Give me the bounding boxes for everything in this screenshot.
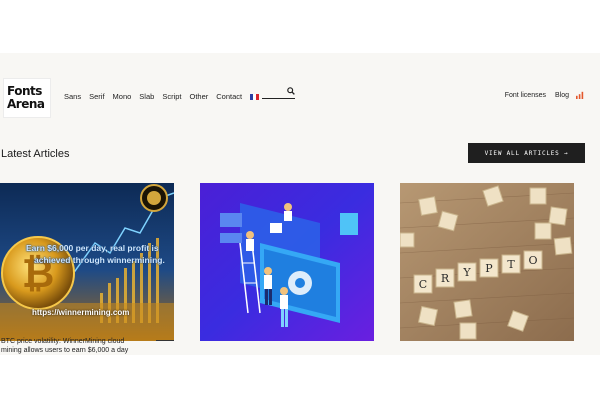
nav-contact[interactable]: Contact [216, 92, 242, 101]
nav-other[interactable]: Other [189, 92, 208, 101]
caption-divider [156, 340, 174, 341]
isometric-illustration [200, 183, 374, 341]
header-right-links: Font licenses Blog [496, 91, 584, 99]
tile-p: P [485, 262, 493, 275]
image-overlay-line1: Earn $6,000 per day, real profit is [26, 243, 159, 253]
search-input[interactable] [262, 93, 288, 104]
image-domain-text: https://winnermining.com [32, 308, 130, 317]
caption-line1: BTC price volatility: WinnerMining cloud [1, 338, 125, 345]
page: Fonts Arena Sans Serif Mono Slab Script … [0, 53, 600, 355]
main-nav: Sans Serif Mono Slab Script Other Contac… [64, 92, 267, 101]
tile-t: T [507, 258, 515, 271]
view-all-articles-button[interactable]: VIEW ALL ARTICLES → [468, 143, 585, 163]
tile-c: C [419, 278, 427, 291]
article-image-crypto[interactable]: C R Y P T O [400, 183, 574, 341]
fonts-arena-logo[interactable]: Fonts Arena [3, 78, 51, 118]
article-image-btc[interactable]: ₿ Earn $6,000 per day, real profit is ac… [0, 183, 174, 341]
nav-slab[interactable]: Slab [139, 92, 154, 101]
font-licenses-link[interactable]: Font licenses [505, 92, 546, 99]
rss-icon[interactable] [576, 91, 584, 99]
tile-r: R [441, 272, 450, 285]
image-overlay-line2: achieved through winnermining. [34, 255, 165, 265]
site-header: Fonts Arena Sans Serif Mono Slab Script … [0, 74, 600, 120]
nav-serif[interactable]: Serif [89, 92, 104, 101]
latest-articles-heading: Latest Articles [1, 148, 70, 160]
blog-link[interactable]: Blog [555, 92, 569, 99]
article-image-isometric[interactable] [200, 183, 374, 341]
search-icon[interactable] [287, 87, 295, 95]
logo-line2: Arena [7, 97, 45, 111]
nav-script[interactable]: Script [162, 92, 181, 101]
nav-sans[interactable]: Sans [64, 92, 81, 101]
article-caption-btc[interactable]: BTC price volatility: WinnerMining cloud… [1, 337, 171, 355]
french-flag-icon[interactable] [250, 93, 260, 100]
tile-o: O [528, 254, 537, 267]
caption-line2: mining allows users to earn $6,000 a day [1, 347, 129, 354]
search-box [262, 87, 295, 104]
tile-y: Y [462, 266, 471, 279]
nav-mono[interactable]: Mono [113, 92, 132, 101]
crypto-scrabble-tiles: C R Y P T O [400, 183, 574, 341]
